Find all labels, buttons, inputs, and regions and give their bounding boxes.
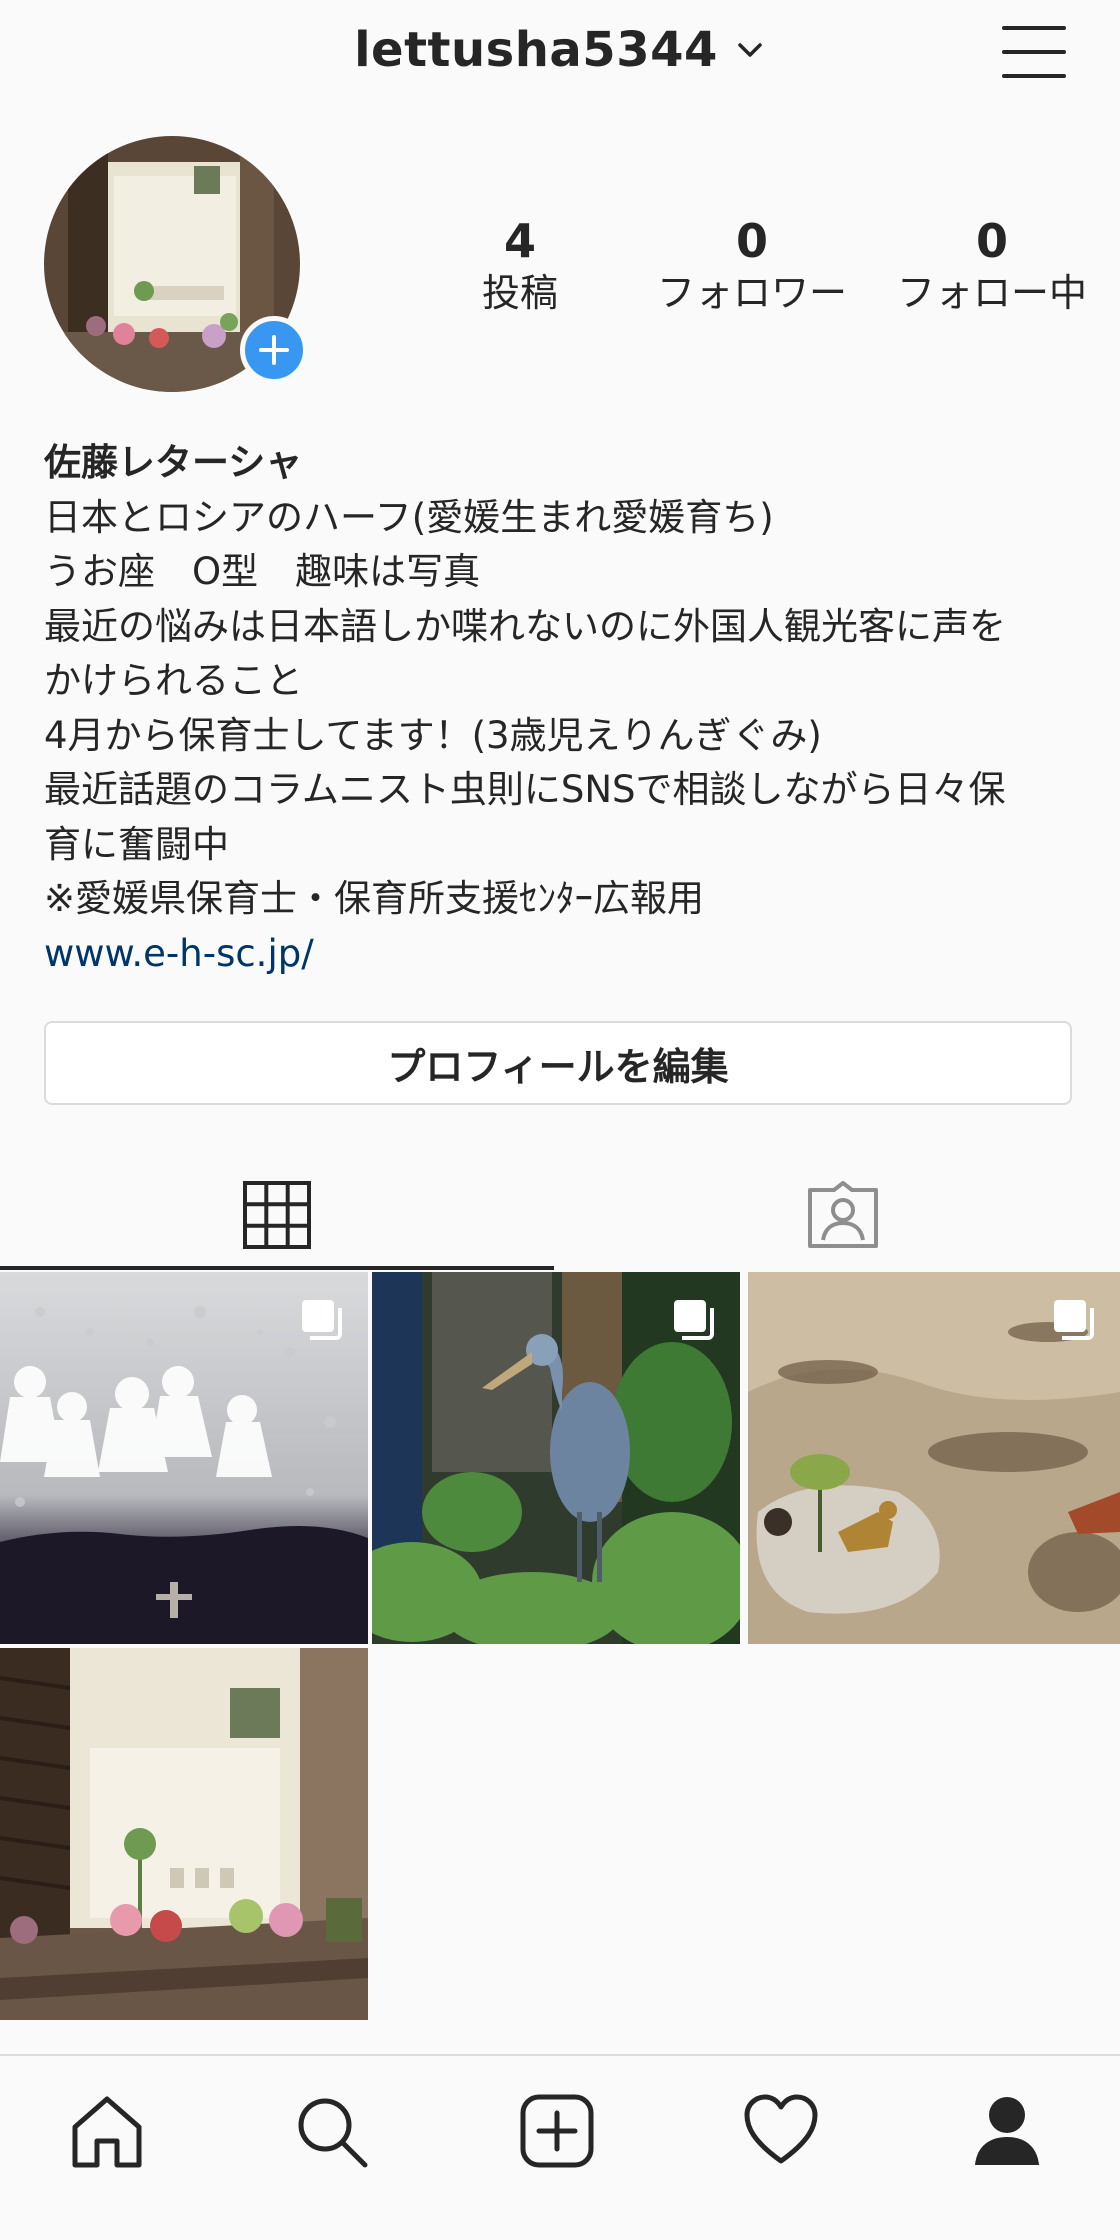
bio-line: 育に奮闘中 [44, 822, 229, 866]
multiple-photos-icon [1054, 1300, 1094, 1340]
post-thumbnail[interactable] [0, 1648, 368, 2020]
home-icon [72, 2096, 142, 2168]
stat-value: 4 [503, 214, 536, 268]
display-name: 佐藤レターシャ [44, 441, 303, 484]
profile-stats: 4 投稿 0 フォロワー 0 フォロー中 [400, 214, 1087, 324]
top-header: lettusha5344 [0, 0, 1120, 110]
nav-profile[interactable] [962, 2086, 1052, 2176]
stat-label: 投稿 [481, 271, 558, 315]
add-story-button[interactable] [240, 316, 308, 384]
website-link[interactable]: www.e-h-sc.jp/ [44, 927, 1084, 982]
tab-tagged[interactable] [566, 1160, 1120, 1270]
stat-value: 0 [735, 214, 768, 268]
stat-followers[interactable]: 0 フォロワー [632, 214, 872, 316]
nav-search[interactable] [286, 2086, 376, 2176]
stat-posts: 4 投稿 [400, 214, 640, 316]
new-post-icon [520, 2094, 594, 2168]
multiple-photos-icon [674, 1300, 714, 1340]
post-thumbnail[interactable] [748, 1272, 1120, 1644]
nav-activity[interactable] [736, 2086, 826, 2176]
bio-line: 日本とロシアのハーフ(愛媛生まれ愛媛育ち) [44, 495, 774, 539]
account-switcher[interactable]: lettusha5344 [0, 22, 1120, 78]
hamburger-menu-icon[interactable] [1002, 24, 1066, 80]
bio-line: うお座 O型 趣味は写真 [44, 550, 481, 593]
grid-icon [243, 1181, 311, 1249]
profile-bio: 佐藤レターシャ 日本とロシアのハーフ(愛媛生まれ愛媛育ち) うお座 O型 趣味は… [44, 436, 1084, 981]
chevron-down-icon [738, 43, 762, 57]
post-thumbnail[interactable] [372, 1272, 740, 1644]
activity-heart-icon [744, 2094, 818, 2164]
tagged-person-icon [808, 1181, 878, 1248]
edit-profile-button[interactable]: プロフィールを編集 [44, 1021, 1072, 1105]
bio-line: 最近の悩みは日本語しか喋れないのに外国人観光客に声を [44, 604, 1006, 648]
stat-label: フォロー中 [896, 271, 1087, 315]
bio-line: 4月から保育士してます！(3歳児えりんぎぐみ) [44, 713, 822, 757]
profile-page: lettusha5344 4 投稿 0 フォロワー 0 フォロー中 佐藤レターシ… [0, 0, 1120, 2240]
username-title: lettusha5344 [354, 22, 718, 78]
profile-icon [975, 2097, 1039, 2165]
nav-new-post[interactable] [512, 2086, 602, 2176]
bio-line: かけられること [44, 659, 303, 702]
search-icon [298, 2098, 368, 2168]
stat-label: フォロワー [656, 271, 847, 315]
bio-line: ※愛媛県保育士・保育所支援ｾﾝﾀｰ広報用 [44, 877, 705, 920]
post-thumbnail[interactable] [0, 1272, 368, 1644]
stat-value: 0 [975, 214, 1008, 268]
tab-grid[interactable] [0, 1160, 554, 1270]
bottom-nav-bar [0, 2054, 1120, 2240]
plus-icon [259, 335, 289, 365]
multiple-photos-icon [302, 1300, 342, 1340]
stat-following[interactable]: 0 フォロー中 [872, 214, 1112, 316]
bio-line: 最近話題のコラムニスト虫則にSNSで相談しながら日々保 [44, 768, 1006, 811]
nav-home[interactable] [62, 2086, 152, 2176]
profile-tabs [0, 1160, 1120, 1270]
active-tab-indicator [0, 1266, 554, 1270]
